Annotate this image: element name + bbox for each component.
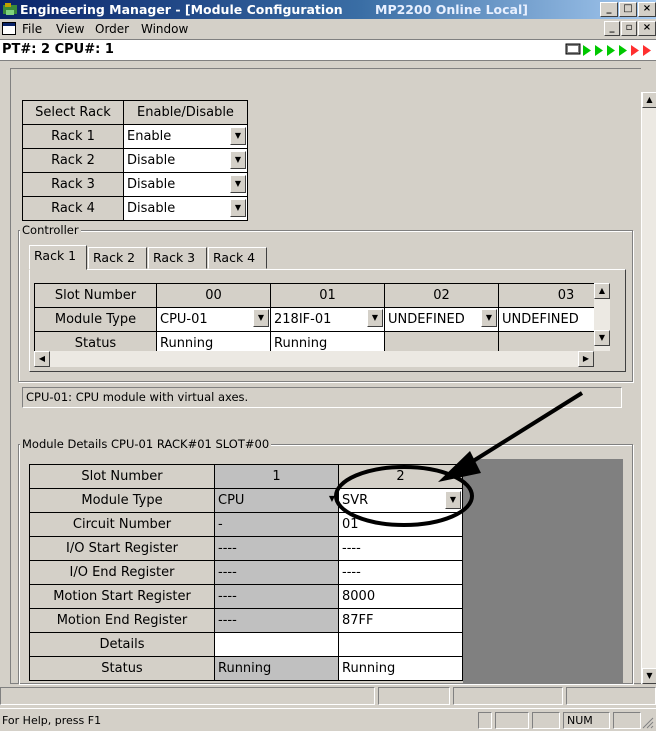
status-sep-3 xyxy=(453,687,563,705)
status-sep-1 xyxy=(0,687,375,705)
status-sep-2 xyxy=(378,687,450,705)
tab-rack-1[interactable]: Rack 1 xyxy=(29,245,87,270)
status-sep-4 xyxy=(566,687,656,705)
annotation-ellipse xyxy=(334,465,474,527)
num-indicator: NUM xyxy=(563,712,610,729)
resize-grip-icon[interactable] xyxy=(642,717,654,729)
annotation-arrow xyxy=(460,391,584,470)
help-text: For Help, press F1 xyxy=(2,714,102,727)
status-bar: For Help, press F1 NUM xyxy=(0,708,656,731)
status-panel-5 xyxy=(613,712,641,729)
status-panel-2 xyxy=(495,712,529,729)
status-panel-3 xyxy=(532,712,560,729)
annotation-overlay xyxy=(334,391,584,527)
status-panel-1 xyxy=(478,712,492,729)
